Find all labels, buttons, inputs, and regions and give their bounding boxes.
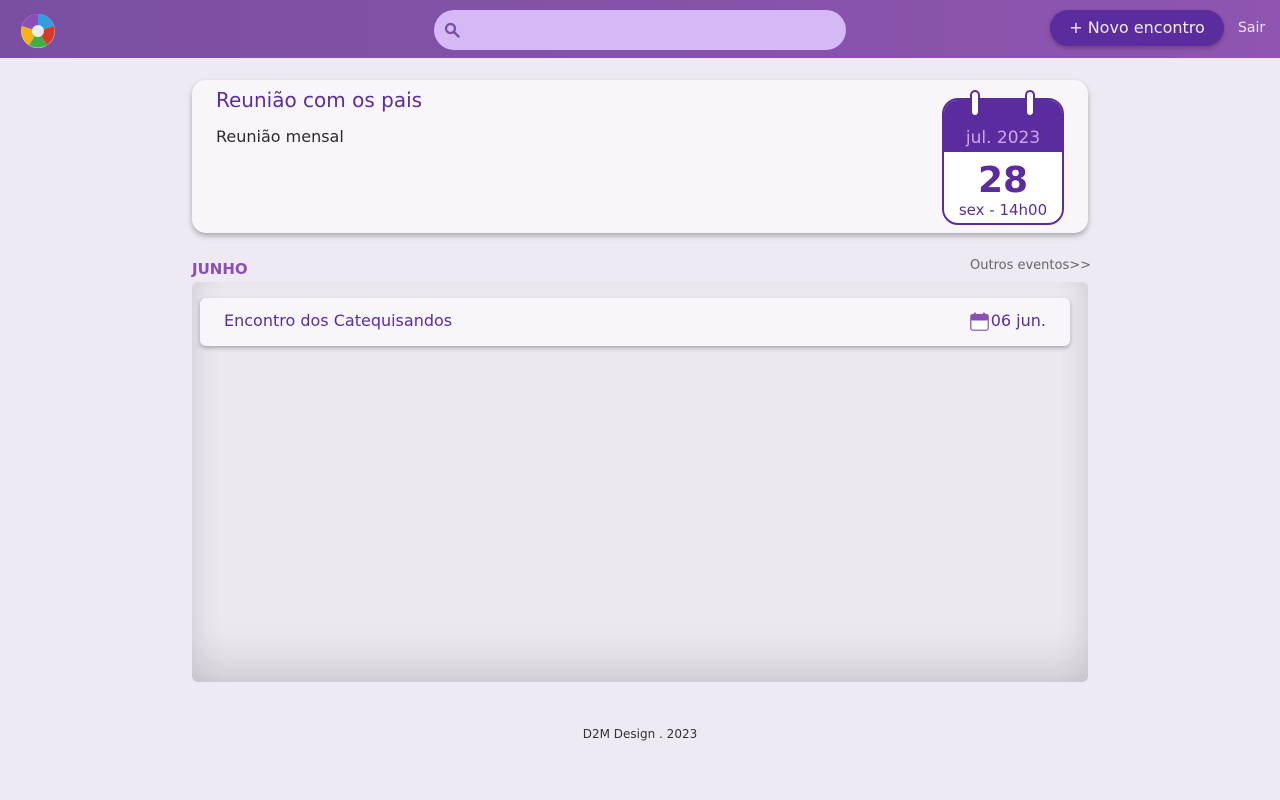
- app-logo[interactable]: [20, 13, 56, 49]
- calendar-badge: jul. 2023 28 sex - 14h00: [942, 98, 1064, 225]
- search-input[interactable]: [468, 10, 836, 50]
- calendar-icon: [970, 312, 989, 331]
- logout-link[interactable]: Sair: [1238, 20, 1265, 36]
- other-events-link[interactable]: Outros eventos>>: [970, 258, 1091, 273]
- search-icon: [444, 22, 460, 38]
- calendar-ring-icon: [970, 90, 980, 117]
- calendar-day: 28: [977, 160, 1029, 201]
- event-description: Reunião mensal: [216, 127, 344, 146]
- top-bar: + Novo encontro Sair: [0, 0, 1280, 58]
- calendar-ring-icon: [1025, 90, 1035, 117]
- event-title: Reunião com os pais: [216, 88, 423, 112]
- event-list-item-name: Encontro dos Catequisandos: [224, 311, 453, 330]
- new-meeting-button[interactable]: + Novo encontro: [1050, 10, 1224, 46]
- search-bar[interactable]: [434, 10, 846, 50]
- month-heading: JUNHO: [192, 260, 248, 278]
- calendar-month-year: jul. 2023: [965, 128, 1041, 148]
- events-list-panel: Encontro dos Catequisandos 06 jun.: [192, 282, 1088, 682]
- event-list-item-date: 06 jun.: [990, 311, 1046, 330]
- featured-event-card[interactable]: Reunião com os pais Reunião mensal jul. …: [192, 80, 1088, 233]
- footer-credit: D2M Design . 2023: [582, 727, 698, 741]
- calendar-weekday-time: sex - 14h00: [958, 201, 1048, 219]
- event-list-item[interactable]: Encontro dos Catequisandos 06 jun.: [200, 298, 1070, 346]
